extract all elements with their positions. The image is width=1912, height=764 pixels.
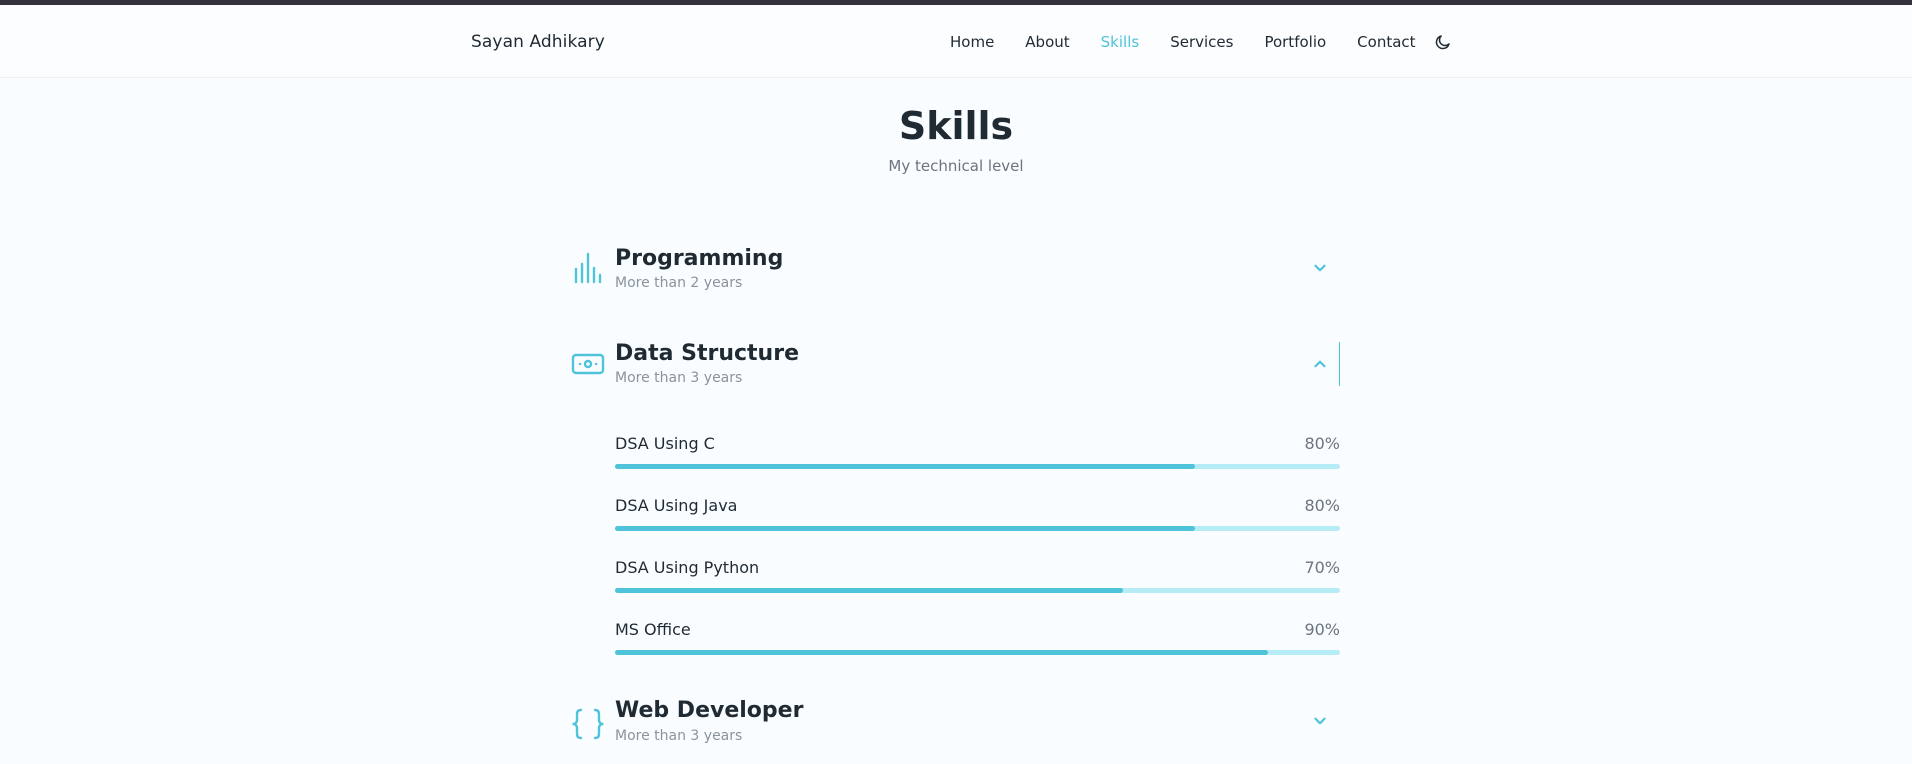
skill-item: MS Office 90%: [615, 620, 1340, 656]
chevron-down-icon[interactable]: [1311, 259, 1329, 277]
skill-name: MS Office: [615, 620, 691, 639]
group-subtitle: More than 3 years: [615, 728, 743, 744]
skill-group-web-developer[interactable]: Web Developer More than 3 years: [571, 698, 1341, 752]
skill-bar: [615, 526, 1340, 531]
skill-group-programming[interactable]: Programming More than 2 years: [571, 243, 1341, 297]
site-header: Sayan Adhikary Home About Skills Service…: [0, 5, 1912, 78]
skill-bar: [615, 650, 1340, 655]
nav-skills[interactable]: Skills: [1101, 33, 1140, 51]
skill-item: DSA Using C 80%: [615, 434, 1340, 470]
skill-percent: 70%: [1304, 558, 1340, 577]
braces-icon: [572, 708, 604, 740]
section-subtitle: My technical level: [888, 157, 1024, 175]
main-nav: Home About Skills Services Portfolio Con…: [950, 33, 1452, 51]
group-title: Web Developer: [615, 698, 804, 723]
group-title: Data Structure: [615, 341, 799, 366]
skill-item: DSA Using Python 70%: [615, 558, 1340, 594]
skill-bar-fill: [615, 588, 1123, 593]
logo[interactable]: Sayan Adhikary: [471, 32, 605, 52]
bar-chart-icon: [574, 252, 602, 284]
nav-about[interactable]: About: [1025, 33, 1069, 51]
skill-percent: 90%: [1304, 620, 1340, 639]
skill-item: DSA Using Java 80%: [615, 496, 1340, 532]
skill-name: DSA Using Python: [615, 558, 760, 577]
chevron-down-icon[interactable]: [1311, 712, 1329, 730]
skill-percent: 80%: [1304, 496, 1340, 515]
skill-name: DSA Using Java: [615, 496, 738, 515]
skill-bar-fill: [615, 650, 1268, 655]
group-subtitle: More than 2 years: [615, 275, 743, 291]
skill-bar: [615, 464, 1340, 469]
skill-bar: [615, 588, 1340, 593]
nav-services[interactable]: Services: [1170, 33, 1233, 51]
chevron-up-icon[interactable]: [1311, 355, 1329, 373]
group-subtitle: More than 3 years: [615, 370, 743, 386]
skill-name: DSA Using C: [615, 434, 715, 453]
skill-bar-fill: [615, 526, 1195, 531]
section-title: Skills: [898, 104, 1014, 148]
skill-group-data-structure[interactable]: Data Structure More than 3 years: [571, 338, 1341, 392]
cash-icon: [571, 353, 605, 375]
nav-home[interactable]: Home: [950, 33, 994, 51]
skill-percent: 80%: [1304, 434, 1340, 453]
nav-contact[interactable]: Contact: [1357, 33, 1415, 51]
nav-portfolio[interactable]: Portfolio: [1264, 33, 1326, 51]
group-title: Programming: [615, 246, 784, 271]
moon-icon[interactable]: [1434, 33, 1452, 51]
skill-bar-fill: [615, 464, 1195, 469]
text-caret: [1339, 342, 1340, 386]
